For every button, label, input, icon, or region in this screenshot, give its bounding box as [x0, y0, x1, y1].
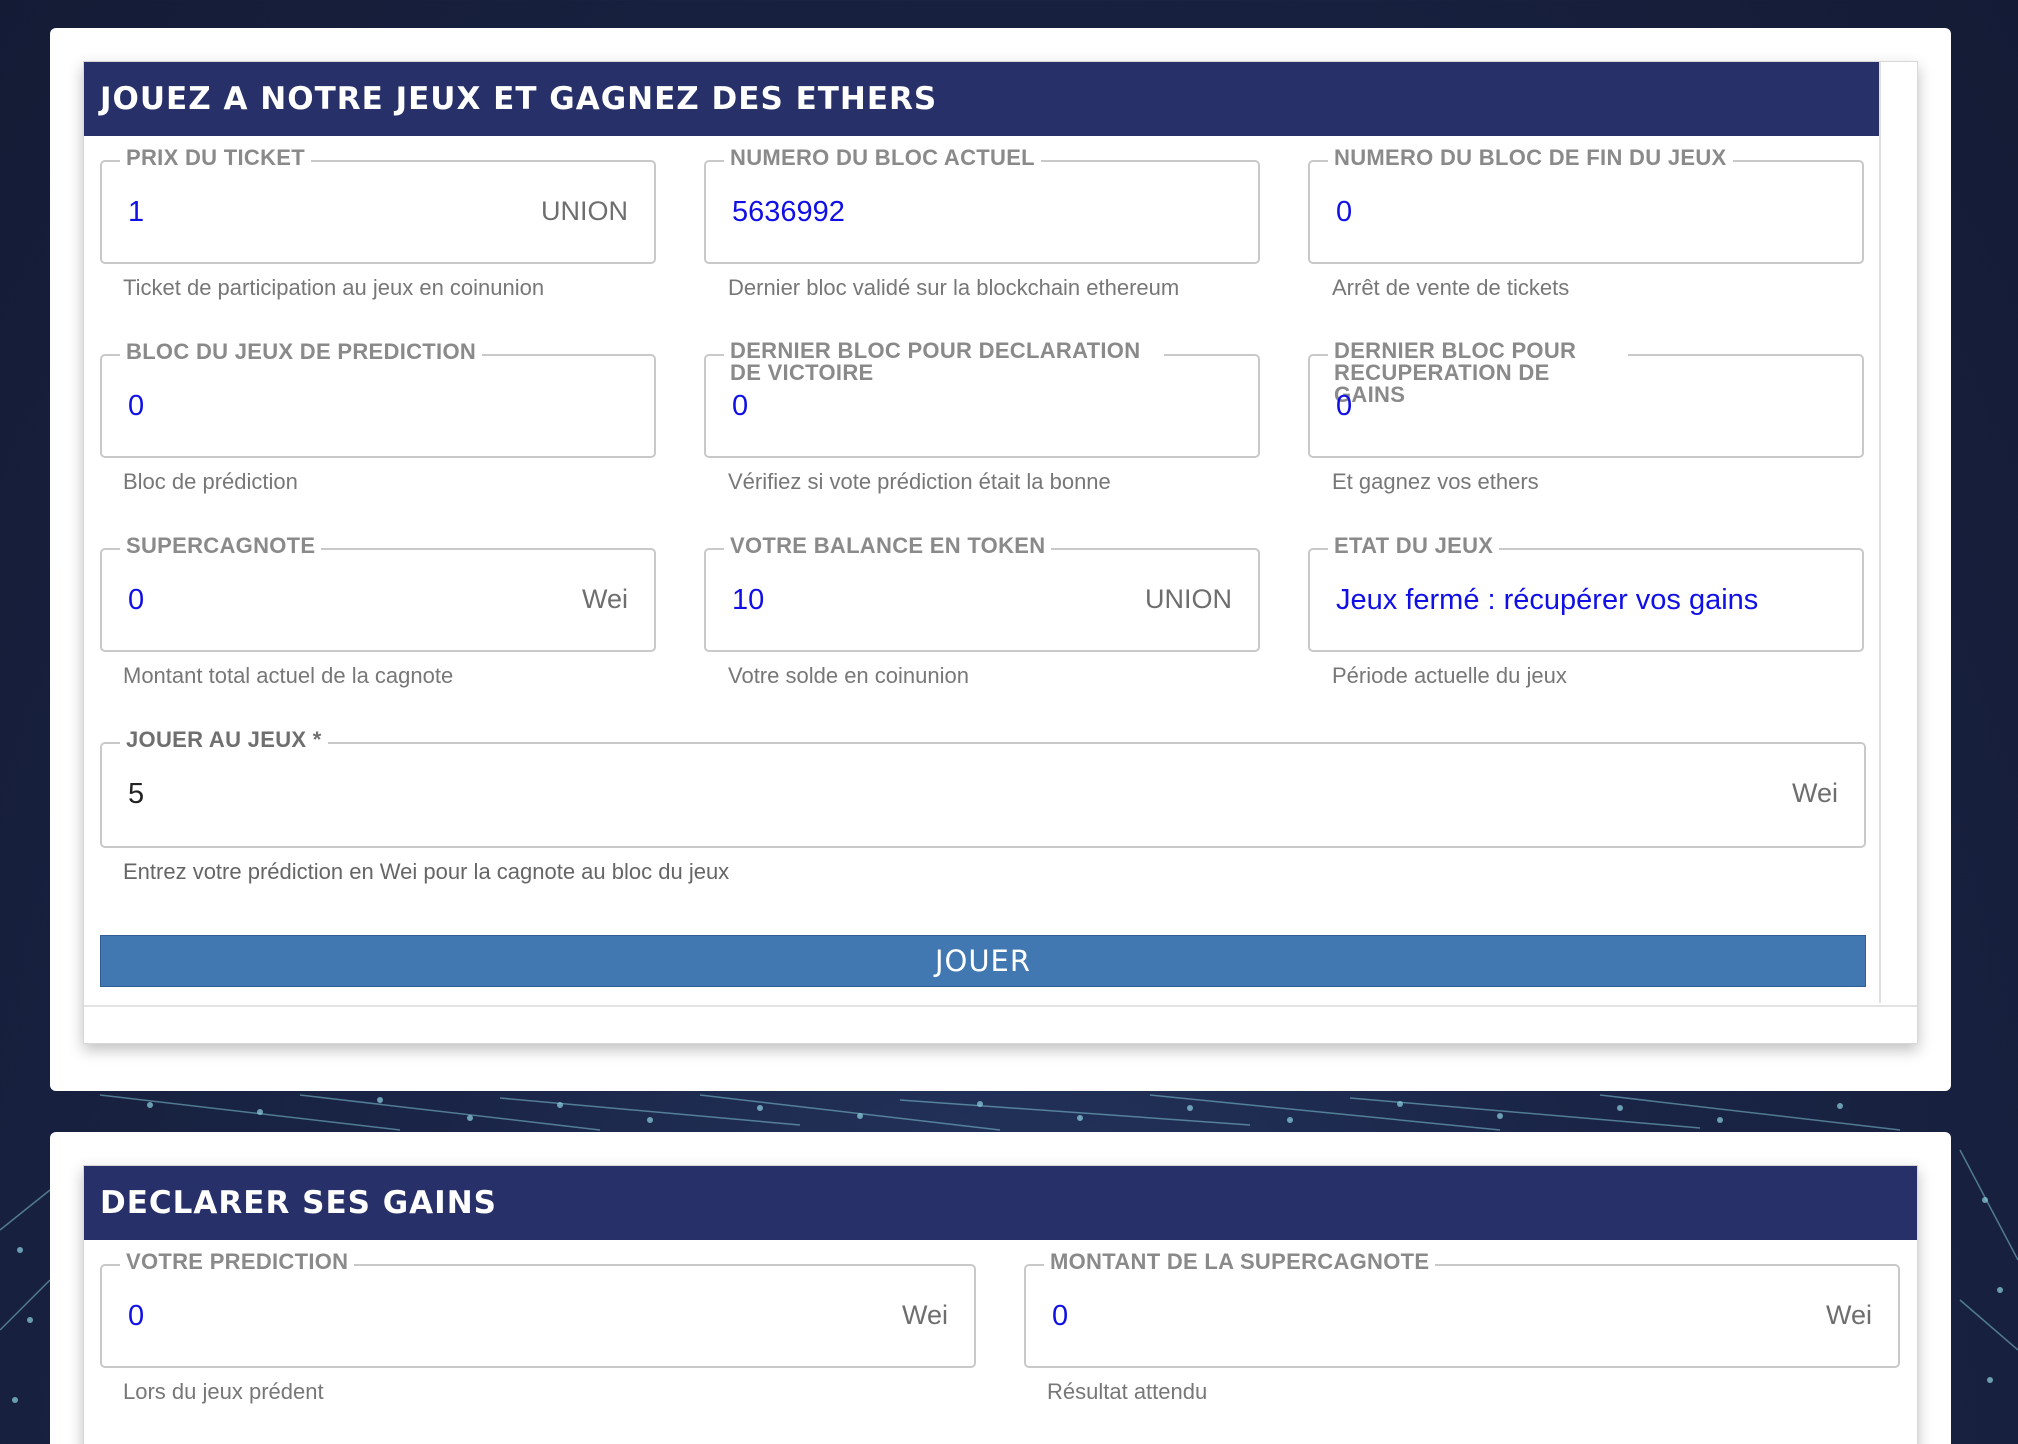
game-state-field[interactable]: ETAT DU JEUX Jeux fermé : récupérer vos … — [1308, 534, 1864, 652]
end-block-label: NUMERO DU BLOC DE FIN DU JEUX — [1328, 146, 1733, 170]
your-prediction-field[interactable]: VOTRE PREDICTION 0 Wei — [100, 1250, 976, 1368]
current-block-hint: Dernier bloc validé sur la blockchain et… — [728, 275, 1180, 300]
panel-divider — [1879, 62, 1881, 1003]
panel-footer-divider — [84, 1005, 1917, 1007]
current-block-value: 5636992 — [732, 196, 845, 228]
game-card: JOUEZ A NOTRE JEUX ET GAGNEZ DES ETHERS … — [50, 28, 1951, 1091]
game-panel: JOUEZ A NOTRE JEUX ET GAGNEZ DES ETHERS … — [83, 61, 1918, 1044]
supercagnote-label: SUPERCAGNOTE — [120, 534, 322, 558]
game-state-hint: Période actuelle du jeux — [1332, 663, 1567, 688]
play-button[interactable]: JOUER — [100, 935, 1866, 987]
play-input-unit: Wei — [1791, 778, 1838, 808]
game-state-label: ETAT DU JEUX — [1328, 534, 1500, 558]
end-block-value: 0 — [1336, 196, 1353, 228]
recovery-block-label: DERNIER BLOC POUR RECUPERATION DE GAINS — [1328, 340, 1628, 406]
prediction-block-label: BLOC DU JEUX DE PREDICTION — [120, 340, 483, 364]
token-balance-hint: Votre solde en coinunion — [728, 663, 969, 688]
token-balance-value: 10 — [732, 584, 765, 616]
victory-block-label: DERNIER BLOC POUR DECLARATION DE VICTOIR… — [724, 340, 1164, 384]
supercagnote-amount-label: MONTANT DE LA SUPERCAGNOTE — [1044, 1250, 1436, 1274]
current-block-field[interactable]: NUMERO DU BLOC ACTUEL 5636992 — [704, 146, 1260, 264]
play-input-value[interactable]: 5 — [128, 778, 144, 811]
supercagnote-amount-unit: Wei — [1825, 1300, 1872, 1330]
your-prediction-hint: Lors du jeux prédent — [123, 1379, 324, 1404]
recovery-block-field[interactable]: DERNIER BLOC POUR RECUPERATION DE GAINS … — [1308, 340, 1864, 458]
ticket-price-hint: Ticket de participation au jeux en coinu… — [123, 275, 545, 300]
play-input-hint: Entrez votre prédiction en Wei pour la c… — [123, 859, 730, 884]
supercagnote-amount-value: 0 — [1052, 1300, 1069, 1332]
recovery-block-value: 0 — [1336, 390, 1353, 422]
game-panel-title: JOUEZ A NOTRE JEUX ET GAGNEZ DES ETHERS — [84, 62, 1881, 136]
prediction-block-hint: Bloc de prédiction — [123, 469, 298, 494]
declare-card: DECLARER SES GAINS VOTRE PREDICTION 0 We… — [50, 1132, 1951, 1444]
current-block-label: NUMERO DU BLOC ACTUEL — [724, 146, 1041, 170]
ticket-price-label: PRIX DU TICKET — [120, 146, 311, 170]
ticket-price-unit: UNION — [541, 196, 628, 226]
token-balance-unit: UNION — [1145, 584, 1232, 614]
victory-block-hint: Vérifiez si vote prédiction était la bon… — [728, 469, 1111, 494]
your-prediction-unit: Wei — [901, 1300, 948, 1330]
supercagnote-amount-hint: Résultat attendu — [1047, 1379, 1208, 1404]
ticket-price-field[interactable]: PRIX DU TICKET 1 UNION — [100, 146, 656, 264]
declare-panel-title: DECLARER SES GAINS — [84, 1166, 1917, 1240]
victory-block-field[interactable]: DERNIER BLOC POUR DECLARATION DE VICTOIR… — [704, 340, 1260, 458]
your-prediction-label: VOTRE PREDICTION — [120, 1250, 355, 1274]
supercagnote-value: 0 — [128, 584, 145, 616]
supercagnote-amount-field[interactable]: MONTANT DE LA SUPERCAGNOTE 0 Wei — [1024, 1250, 1900, 1368]
game-state-value: Jeux fermé : récupérer vos gains — [1336, 584, 1759, 616]
declare-panel: DECLARER SES GAINS VOTRE PREDICTION 0 We… — [83, 1165, 1918, 1444]
play-input-field[interactable]: JOUER AU JEUX * 5 Wei — [100, 728, 1866, 848]
end-block-hint: Arrêt de vente de tickets — [1332, 275, 1570, 300]
victory-block-value: 0 — [732, 390, 749, 422]
token-balance-label: VOTRE BALANCE EN TOKEN — [724, 534, 1052, 558]
prediction-block-field[interactable]: BLOC DU JEUX DE PREDICTION 0 — [100, 340, 656, 458]
your-prediction-value: 0 — [128, 1300, 145, 1332]
prediction-block-value: 0 — [128, 390, 145, 422]
ticket-price-value: 1 — [128, 196, 145, 228]
supercagnote-unit: Wei — [581, 584, 628, 614]
token-balance-field[interactable]: VOTRE BALANCE EN TOKEN 10 UNION — [704, 534, 1260, 652]
play-input-label: JOUER AU JEUX * — [120, 728, 328, 752]
supercagnote-field[interactable]: SUPERCAGNOTE 0 Wei — [100, 534, 656, 652]
end-block-field[interactable]: NUMERO DU BLOC DE FIN DU JEUX 0 — [1308, 146, 1864, 264]
recovery-block-hint: Et gagnez vos ethers — [1332, 469, 1539, 494]
supercagnote-hint: Montant total actuel de la cagnote — [123, 663, 454, 688]
